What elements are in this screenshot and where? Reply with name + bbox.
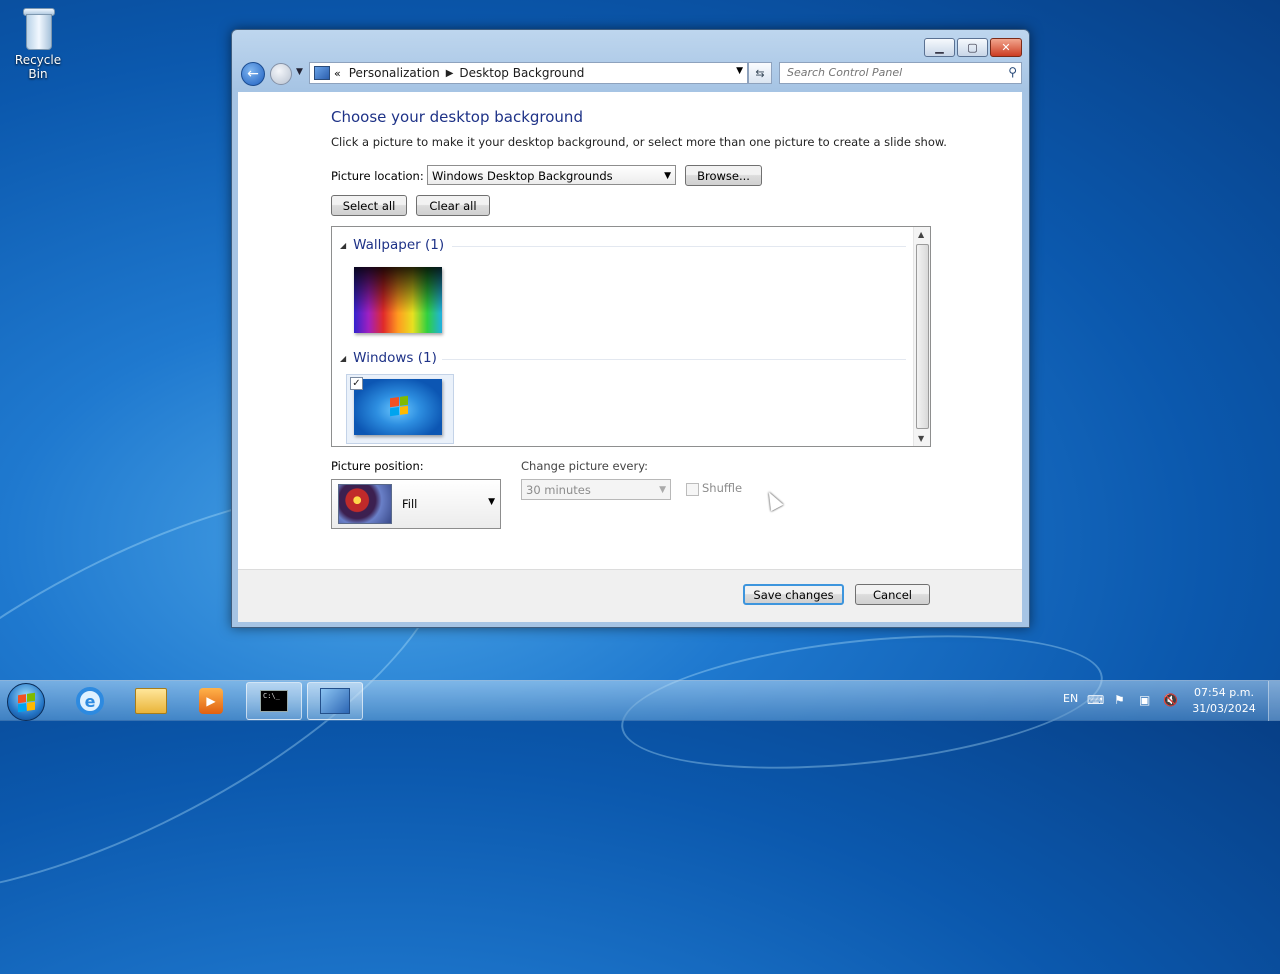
search-box[interactable]: ⚲ <box>779 62 1022 84</box>
collapse-triangle-icon[interactable]: ◢ <box>340 241 346 250</box>
refresh-button[interactable]: ⇆ <box>748 62 772 84</box>
internet-explorer-icon: e <box>76 687 104 715</box>
position-preview-image <box>338 484 392 524</box>
chevron-down-icon: ▼ <box>659 485 666 495</box>
action-center-flag-icon[interactable]: ⚑ <box>1114 693 1125 707</box>
maximize-button[interactable]: ▢ <box>957 38 988 57</box>
address-bar[interactable]: « Personalization ▶ Desktop Background ▼ <box>309 62 748 84</box>
folder-icon <box>135 688 167 714</box>
scroll-down-icon[interactable]: ▼ <box>918 434 924 443</box>
scrollbar-thumb[interactable] <box>916 244 929 429</box>
shuffle-checkbox[interactable] <box>686 483 699 496</box>
chevron-down-icon: ▼ <box>488 497 495 507</box>
taskbar-internet-explorer[interactable]: e <box>62 682 118 720</box>
group-divider <box>442 359 906 360</box>
search-input[interactable] <box>780 63 997 81</box>
breadcrumb-separator-icon[interactable]: ▶ <box>446 68 454 79</box>
control-panel-icon <box>314 66 330 80</box>
group-label-windows: Windows (1) <box>353 350 437 366</box>
select-all-button[interactable]: Select all <box>331 195 407 216</box>
browse-button[interactable]: Browse... <box>685 165 762 186</box>
address-dropdown-icon[interactable]: ▼ <box>736 66 743 76</box>
show-desktop-button[interactable] <box>1268 681 1280 721</box>
back-button[interactable]: ← <box>241 62 265 86</box>
picture-location-value: Windows Desktop Backgrounds <box>432 169 613 183</box>
change-picture-label: Change picture every: <box>521 459 649 473</box>
clock-date: 31/03/2024 <box>1192 702 1256 715</box>
change-picture-select[interactable]: 30 minutes ▼ <box>521 479 671 500</box>
windows-logo-icon <box>17 692 35 712</box>
control-panel-icon <box>320 688 350 714</box>
taskbar: e ▶ C:\_ EN ⌨ ⚑ ▣ 🔇 07:54 p.m. 31/03/202… <box>0 680 1280 721</box>
cancel-button[interactable]: Cancel <box>855 584 930 605</box>
save-changes-button[interactable]: Save changes <box>743 584 844 605</box>
chevron-down-icon: ▼ <box>664 171 671 181</box>
picture-position-value: Fill <box>402 497 418 511</box>
windows-thumbnail-checkbox[interactable]: ✓ <box>350 377 363 390</box>
group-header-windows[interactable]: ◢ Windows (1) <box>340 350 437 366</box>
taskbar-command-prompt[interactable]: C:\_ <box>246 682 302 720</box>
system-clock[interactable]: 07:54 p.m. 31/03/2024 <box>1188 685 1260 717</box>
gallery-scrollbar[interactable]: ▲ ▼ <box>913 227 930 446</box>
window-footer: Save changes Cancel <box>238 569 1022 622</box>
taskbar-media-player[interactable]: ▶ <box>183 682 239 720</box>
close-button[interactable]: ✕ <box>990 38 1022 57</box>
search-icon[interactable]: ⚲ <box>1008 65 1017 79</box>
windows-logo-icon <box>390 395 408 417</box>
clock-time: 07:54 p.m. <box>1194 686 1254 699</box>
picture-location-label: Picture location: <box>331 169 424 183</box>
recycle-bin-icon <box>21 6 55 50</box>
refresh-icon: ⇆ <box>755 66 765 80</box>
picture-position-select[interactable]: Fill ▼ <box>331 479 501 529</box>
taskbar-control-panel[interactable] <box>307 682 363 720</box>
network-icon[interactable]: ▣ <box>1139 693 1150 707</box>
desktop-background-window: ▁ ▢ ✕ ← ▼ « Personalization ▶ Desktop Ba… <box>231 29 1030 628</box>
language-indicator[interactable]: EN <box>1063 692 1078 705</box>
start-button[interactable] <box>7 683 45 721</box>
recycle-bin-label: Recycle Bin <box>14 53 62 81</box>
overflow-chevron-icon[interactable]: « <box>334 67 341 80</box>
forward-button[interactable] <box>270 63 292 85</box>
content-pane: Choose your desktop background Click a p… <box>238 92 1022 569</box>
change-picture-value: 30 minutes <box>526 483 591 497</box>
back-arrow-icon: ← <box>247 66 259 82</box>
command-prompt-icon: C:\_ <box>260 690 288 712</box>
picture-position-label: Picture position: <box>331 459 424 473</box>
group-divider <box>452 246 906 247</box>
windows-thumbnail[interactable] <box>354 379 442 435</box>
page-description: Click a picture to make it your desktop … <box>331 135 947 149</box>
wallpaper-thumbnail[interactable] <box>354 267 442 333</box>
group-header-wallpaper[interactable]: ◢ Wallpaper (1) <box>340 237 444 253</box>
clear-all-button[interactable]: Clear all <box>416 195 490 216</box>
keyboard-icon[interactable]: ⌨ <box>1087 693 1104 707</box>
media-player-icon: ▶ <box>199 688 223 714</box>
picture-gallery: ◢ Wallpaper (1) ◢ Windows (1) ✓ ▲ ▼ <box>331 226 931 447</box>
recycle-bin-desktop-icon[interactable]: Recycle Bin <box>4 6 72 81</box>
volume-muted-icon[interactable]: 🔇 <box>1163 693 1178 707</box>
collapse-triangle-icon[interactable]: ◢ <box>340 354 346 363</box>
taskbar-windows-explorer[interactable] <box>123 682 179 720</box>
group-label-wallpaper: Wallpaper (1) <box>353 237 445 253</box>
picture-location-select[interactable]: Windows Desktop Backgrounds ▼ <box>427 165 676 185</box>
page-title: Choose your desktop background <box>331 108 583 126</box>
recent-pages-dropdown[interactable]: ▼ <box>296 67 303 77</box>
shuffle-label: Shuffle <box>702 481 743 495</box>
minimize-button[interactable]: ▁ <box>924 38 955 57</box>
breadcrumb-desktop-background[interactable]: Desktop Background <box>459 66 584 80</box>
breadcrumb-personalization[interactable]: Personalization <box>349 66 440 80</box>
scroll-up-icon[interactable]: ▲ <box>918 230 924 239</box>
